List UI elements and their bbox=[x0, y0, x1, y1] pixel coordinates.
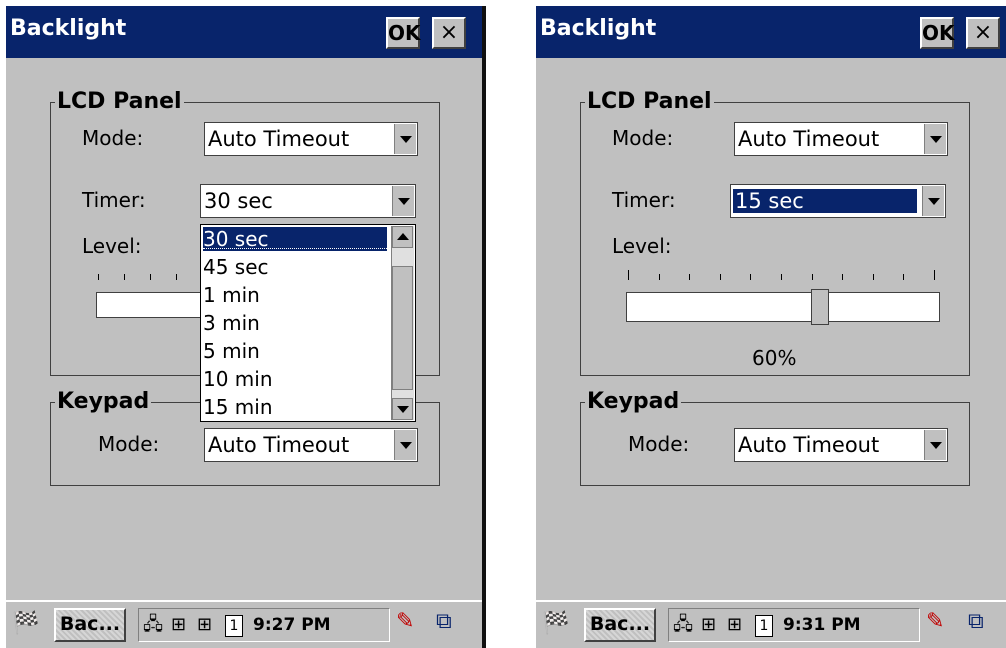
level-tick bbox=[781, 274, 782, 280]
level-tick bbox=[720, 274, 721, 280]
timer-combo[interactable]: 15 sec bbox=[730, 184, 946, 218]
scroll-up-icon[interactable] bbox=[392, 226, 413, 248]
timer-option[interactable]: 10 min bbox=[203, 367, 273, 391]
level-label: Level: bbox=[82, 234, 142, 258]
task-button-backlight[interactable]: Bac... bbox=[54, 608, 126, 642]
level-tick bbox=[842, 274, 843, 280]
level-label: Level: bbox=[612, 234, 672, 258]
chevron-down-icon[interactable] bbox=[394, 430, 416, 460]
dropdown-scrollbar[interactable] bbox=[391, 226, 414, 420]
lcd-mode-combo[interactable]: Auto Timeout bbox=[734, 122, 948, 156]
ok-button[interactable]: OK bbox=[920, 17, 955, 49]
keypad-mode-label: Mode: bbox=[98, 432, 160, 456]
timer-dropdown-list[interactable]: 30 sec 45 sec 1 min 3 min 5 min 10 min 1… bbox=[200, 224, 416, 422]
lcd-panel-label: LCD Panel bbox=[55, 89, 184, 114]
chevron-down-icon[interactable] bbox=[924, 124, 946, 154]
system-tray: 🖧 ⊞ ⊞ 1 9:31 PM bbox=[668, 608, 920, 642]
close-button[interactable]: × bbox=[432, 17, 466, 49]
level-tick bbox=[628, 270, 629, 280]
timer-option[interactable]: 30 sec bbox=[203, 227, 387, 251]
level-slider-track[interactable] bbox=[96, 292, 206, 318]
taskbar: 🏁 Bac... 🖧 ⊞ ⊞ 1 9:27 PM ✎ ⧉ bbox=[6, 600, 486, 648]
lcd-mode-value: Auto Timeout bbox=[738, 127, 880, 151]
windows-flag-icon[interactable]: 🏁 bbox=[12, 612, 39, 636]
input-icon[interactable]: ⊞ bbox=[171, 613, 186, 637]
level-tick bbox=[659, 274, 660, 280]
level-ticks bbox=[98, 274, 208, 284]
close-button[interactable]: × bbox=[966, 17, 1000, 49]
backlight-window-2: Backlight OK × LCD Panel Mode: Auto Time… bbox=[536, 6, 1006, 648]
keypad-mode-value: Auto Timeout bbox=[208, 433, 350, 457]
mode-label: Mode: bbox=[612, 126, 674, 150]
scroll-down-icon[interactable] bbox=[392, 398, 413, 420]
title-bar: Backlight OK × bbox=[6, 6, 486, 58]
input-icon[interactable]: ⊞ bbox=[197, 613, 212, 637]
lcd-mode-combo[interactable]: Auto Timeout bbox=[204, 122, 418, 156]
clock[interactable]: 9:31 PM bbox=[783, 615, 861, 635]
timer-label: Timer: bbox=[612, 188, 676, 212]
desktop-switch-icon[interactable]: ⧉ bbox=[968, 610, 984, 634]
ok-button[interactable]: OK bbox=[386, 17, 421, 49]
chevron-down-icon[interactable] bbox=[392, 186, 414, 216]
level-tick bbox=[873, 274, 874, 280]
lcd-panel-label: LCD Panel bbox=[585, 89, 714, 114]
chevron-down-icon[interactable] bbox=[924, 430, 946, 460]
timer-option[interactable]: 3 min bbox=[203, 311, 260, 335]
keypad-mode-value: Auto Timeout bbox=[738, 433, 880, 457]
timer-value: 30 sec bbox=[204, 189, 273, 213]
mode-label: Mode: bbox=[82, 126, 144, 150]
pen-input-icon[interactable]: ✎ bbox=[396, 610, 414, 634]
window-title: Backlight bbox=[540, 16, 657, 41]
input-icon[interactable]: ⊞ bbox=[727, 613, 742, 637]
level-slider-track[interactable] bbox=[626, 289, 940, 325]
system-tray: 🖧 ⊞ ⊞ 1 9:27 PM bbox=[138, 608, 390, 642]
timer-label: Timer: bbox=[82, 188, 146, 212]
level-tick bbox=[934, 270, 935, 280]
clock[interactable]: 9:27 PM bbox=[253, 615, 331, 635]
level-slider-thumb[interactable] bbox=[811, 289, 829, 325]
keypad-mode-label: Mode: bbox=[628, 432, 690, 456]
timer-option[interactable]: 45 sec bbox=[203, 255, 269, 279]
pen-input-icon[interactable]: ✎ bbox=[926, 610, 944, 634]
chevron-down-icon[interactable] bbox=[922, 186, 944, 216]
number-icon[interactable]: 1 bbox=[755, 615, 773, 637]
backlight-window-1: Backlight OK × LCD Panel Mode: Auto Time… bbox=[6, 6, 486, 648]
timer-value: 15 sec bbox=[733, 189, 917, 213]
task-button-backlight[interactable]: Bac... bbox=[584, 608, 656, 642]
number-icon[interactable]: 1 bbox=[225, 615, 243, 637]
level-tick bbox=[812, 274, 813, 280]
timer-option[interactable]: 5 min bbox=[203, 339, 260, 363]
window-title: Backlight bbox=[10, 16, 127, 41]
input-icon[interactable]: ⊞ bbox=[701, 613, 716, 637]
keypad-label: Keypad bbox=[585, 389, 682, 414]
timer-option[interactable]: 1 min bbox=[203, 283, 260, 307]
timer-combo[interactable]: 30 sec bbox=[200, 184, 416, 218]
windows-flag-icon[interactable]: 🏁 bbox=[542, 612, 569, 636]
keypad-label: Keypad bbox=[55, 389, 152, 414]
screen-border bbox=[482, 6, 486, 648]
level-tick bbox=[903, 274, 904, 280]
title-bar: Backlight OK × bbox=[536, 6, 1006, 58]
network-icon[interactable]: 🖧 bbox=[673, 613, 693, 637]
chevron-down-icon[interactable] bbox=[394, 124, 416, 154]
keypad-mode-combo[interactable]: Auto Timeout bbox=[204, 428, 418, 462]
level-tick bbox=[689, 274, 690, 280]
network-icon[interactable]: 🖧 bbox=[143, 613, 163, 637]
timer-option[interactable]: 15 min bbox=[203, 395, 273, 419]
desktop-switch-icon[interactable]: ⧉ bbox=[436, 610, 452, 634]
level-percent: 60% bbox=[752, 346, 797, 370]
level-tick bbox=[750, 274, 751, 280]
keypad-mode-combo[interactable]: Auto Timeout bbox=[734, 428, 948, 462]
taskbar: 🏁 Bac... 🖧 ⊞ ⊞ 1 9:31 PM ✎ ⧉ bbox=[536, 600, 1006, 648]
level-ticks bbox=[628, 270, 935, 284]
scrollbar-thumb[interactable] bbox=[392, 266, 413, 390]
lcd-mode-value: Auto Timeout bbox=[208, 127, 350, 151]
